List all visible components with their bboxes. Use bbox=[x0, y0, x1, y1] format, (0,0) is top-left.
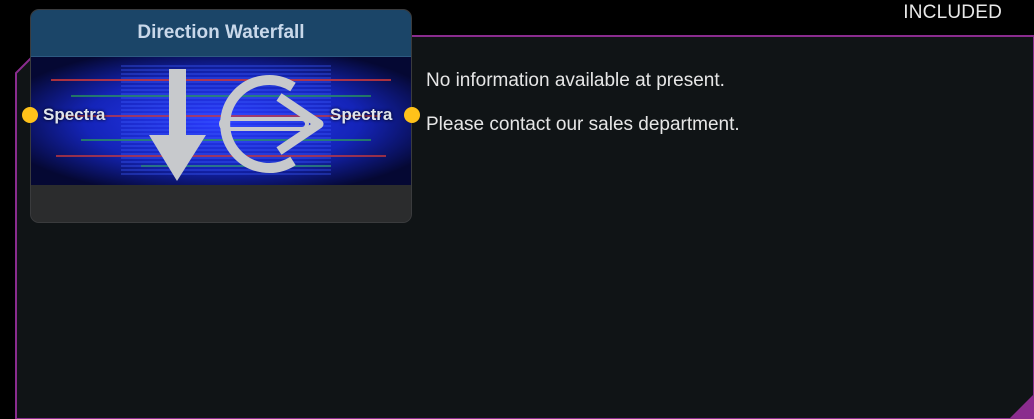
info-line: No information available at present. bbox=[426, 70, 725, 91]
node-footer bbox=[31, 185, 411, 222]
input-port-label: Spectra bbox=[43, 105, 106, 124]
input-port-dot[interactable] bbox=[22, 107, 38, 123]
output-port-label: Spectra bbox=[330, 105, 393, 124]
info-text: No information available at present. Ple… bbox=[426, 68, 740, 156]
node-title: Direction Waterfall bbox=[31, 10, 411, 57]
info-line: Please contact our sales department. bbox=[426, 114, 740, 135]
output-port-dot[interactable] bbox=[404, 107, 420, 123]
status-badge: INCLUDED bbox=[903, 2, 1002, 23]
